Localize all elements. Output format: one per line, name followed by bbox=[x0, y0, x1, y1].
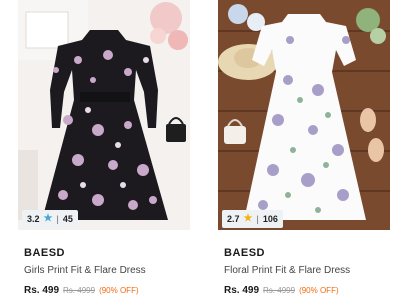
rating-separator: | bbox=[256, 214, 259, 224]
product-title[interactable]: Floral Print Fit & Flare Dress bbox=[224, 265, 350, 276]
product-price-row: Rs. 499 Rs. 4999 (90% OFF) bbox=[24, 285, 139, 296]
product-image[interactable]: 3.2 ★ | 45 bbox=[18, 0, 190, 230]
rating-value: 2.7 bbox=[227, 214, 240, 224]
rating-separator: | bbox=[56, 214, 59, 224]
product-title[interactable]: Girls Print Fit & Flare Dress bbox=[24, 265, 146, 276]
product-price: Rs. 499 bbox=[224, 285, 260, 296]
review-count: 106 bbox=[262, 214, 278, 224]
product-image[interactable]: 2.7 ★ | 106 bbox=[218, 0, 390, 230]
product-price: Rs. 499 bbox=[24, 285, 60, 296]
white-floral-dress-icon bbox=[218, 0, 390, 230]
product-mrp: Rs. 4999 bbox=[63, 286, 96, 295]
product-card[interactable]: 2.7 ★ | 106 BAESD Floral Print Fit & Fla… bbox=[218, 0, 390, 296]
product-mrp: Rs. 4999 bbox=[263, 286, 296, 295]
product-brand: BAESD bbox=[224, 247, 266, 259]
black-floral-dress-icon bbox=[18, 0, 190, 230]
rating-value: 3.2 bbox=[27, 214, 40, 224]
product-discount: (90% OFF) bbox=[299, 286, 339, 295]
star-icon: ★ bbox=[243, 213, 253, 224]
star-icon: ★ bbox=[43, 213, 53, 224]
product-card[interactable]: 3.2 ★ | 45 BAESD Girls Print Fit & Flare… bbox=[18, 0, 190, 296]
rating-badge: 3.2 ★ | 45 bbox=[22, 210, 78, 228]
review-count: 45 bbox=[62, 214, 73, 224]
product-discount: (90% OFF) bbox=[99, 286, 139, 295]
product-brand: BAESD bbox=[24, 247, 66, 259]
rating-badge: 2.7 ★ | 106 bbox=[222, 210, 283, 228]
product-price-row: Rs. 499 Rs. 4999 (90% OFF) bbox=[224, 285, 339, 296]
